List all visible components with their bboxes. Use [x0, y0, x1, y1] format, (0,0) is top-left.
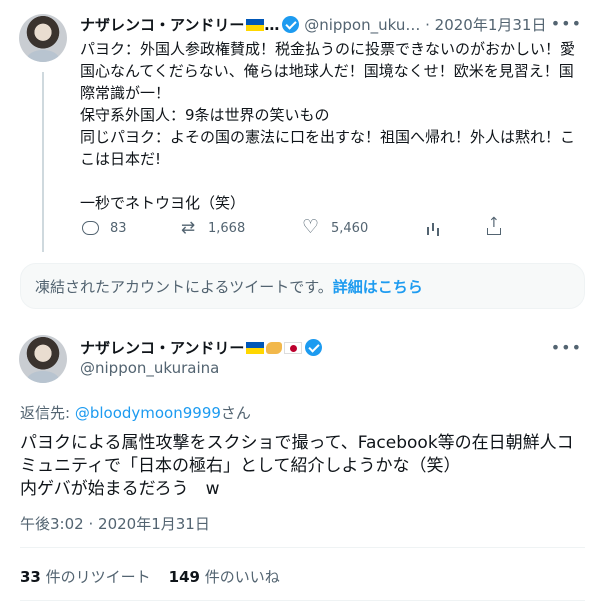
reply-button[interactable]: 83 — [80, 218, 127, 238]
handle[interactable]: @nippon_ukuraina — [80, 359, 219, 377]
reply-count: 83 — [110, 220, 127, 236]
share-button[interactable] — [484, 215, 504, 238]
main-tweet-author: ナザレンコ・アンドリー — [80, 337, 323, 358]
retweet-button[interactable]: ⇄ 1,668 — [178, 218, 245, 238]
tweet-line — [80, 170, 580, 192]
divider — [20, 547, 585, 548]
name-ellipsis: … — [264, 16, 280, 34]
heart-icon — [301, 216, 321, 238]
retweet-total: 33 — [20, 568, 41, 586]
notice-text: 凍結されたアカウントによるツイートです。 — [35, 278, 333, 296]
tweet-line: パヨクによる属性攻撃をスクショで撮って、Facebook等の在日朝鮮人コ — [20, 433, 574, 453]
handshake-icon — [266, 342, 283, 354]
tweet-actions: 83 ⇄ 1,668 5,460 — [80, 215, 520, 242]
tweet-time: 午後3:02 — [20, 515, 84, 533]
views-button[interactable] — [423, 218, 443, 238]
verified-badge-icon — [305, 339, 323, 356]
replying-suffix: さん — [220, 404, 251, 422]
ukraine-flag-icon — [246, 19, 265, 31]
handle[interactable]: @nippon_uku… — [304, 16, 420, 34]
quoted-tweet-header: ナザレンコ・アンドリー … @nippon_uku… · 2020年1月31日 — [80, 14, 546, 35]
retweet-count: 1,668 — [208, 220, 246, 236]
divider — [20, 600, 585, 601]
like-button[interactable]: 5,460 — [301, 216, 369, 238]
more-horizontal-icon[interactable]: ••• — [551, 338, 582, 357]
tweet-date: 2020年1月31日 — [98, 515, 210, 533]
retweet-label: 件のリツイート — [40, 568, 151, 586]
thread-connector-line — [42, 72, 44, 252]
avatar[interactable] — [19, 14, 67, 62]
tweet-timestamp[interactable]: 午後3:02 · 2020年1月31日 — [20, 513, 210, 534]
main-tweet-text: パヨクによる属性攻撃をスクショで撮って、Facebook等の在日朝鮮人コ ミュニ… — [20, 432, 590, 501]
separator: · — [88, 515, 94, 533]
tweet-date[interactable]: 2020年1月31日 — [435, 16, 547, 34]
tweet-line: 国心なんてくだらない、俺らは地球人だ！国境なくせ！欧米を見習え！国 — [80, 62, 574, 80]
more-horizontal-icon[interactable]: ••• — [551, 14, 582, 33]
learn-more-link[interactable]: 詳細はこちら — [333, 278, 423, 296]
avatar[interactable] — [19, 335, 67, 383]
japan-flag-icon — [284, 342, 303, 354]
suspended-account-notice: 凍結されたアカウントによるツイートです。詳細はこちら — [20, 263, 585, 309]
share-icon — [484, 215, 504, 238]
ukraine-flag-icon — [246, 342, 265, 354]
bar-chart-icon — [423, 218, 443, 238]
engagement-stats: 33 件のリツイート 149 件のいいね — [20, 566, 280, 587]
tweet-line: こは日本だ! — [80, 150, 162, 168]
display-name[interactable]: ナザレンコ・アンドリー — [80, 16, 244, 34]
tweet-line: 内ゲバが始まるだろう w — [20, 479, 220, 499]
verified-badge-icon — [282, 16, 300, 33]
like-total: 149 — [168, 568, 200, 586]
retweet-stat[interactable]: 33 件のリツイート — [20, 568, 151, 586]
separator: · — [425, 16, 430, 34]
replying-to: 返信先: @bloodymoon9999さん — [20, 402, 251, 423]
retweet-icon: ⇄ — [180, 218, 196, 238]
tweet-line: 一秒でネトウヨ化（笑） — [80, 194, 246, 212]
reply-icon — [80, 218, 100, 238]
like-count: 5,460 — [331, 220, 369, 236]
tweet-line: ミュニティで「日本の極右」として紹介しようかな（笑） — [20, 456, 461, 476]
mention-link[interactable]: @bloodymoon9999 — [75, 404, 221, 422]
display-name[interactable]: ナザレンコ・アンドリー — [80, 339, 244, 357]
replying-prefix: 返信先: — [20, 404, 75, 422]
tweet-line: パヨク：外国人参政権賛成！税金払うのに投票できないのがおかしい！愛 — [80, 40, 576, 58]
like-stat[interactable]: 149 件のいいね — [169, 568, 280, 586]
quoted-tweet-text: パヨク：外国人参政権賛成！税金払うのに投票できないのがおかしい！愛 国心なんてく… — [80, 38, 580, 214]
tweet-line: 際常識が一！ — [80, 84, 171, 102]
tweet-line: 保守系外国人：9条は世界の笑いもの — [80, 106, 330, 124]
like-label: 件のいいね — [199, 568, 280, 586]
tweet-line: 同じパヨク：よその国の憲法に口を出すな！祖国へ帰れ！外人は黙れ！こ — [80, 128, 576, 146]
